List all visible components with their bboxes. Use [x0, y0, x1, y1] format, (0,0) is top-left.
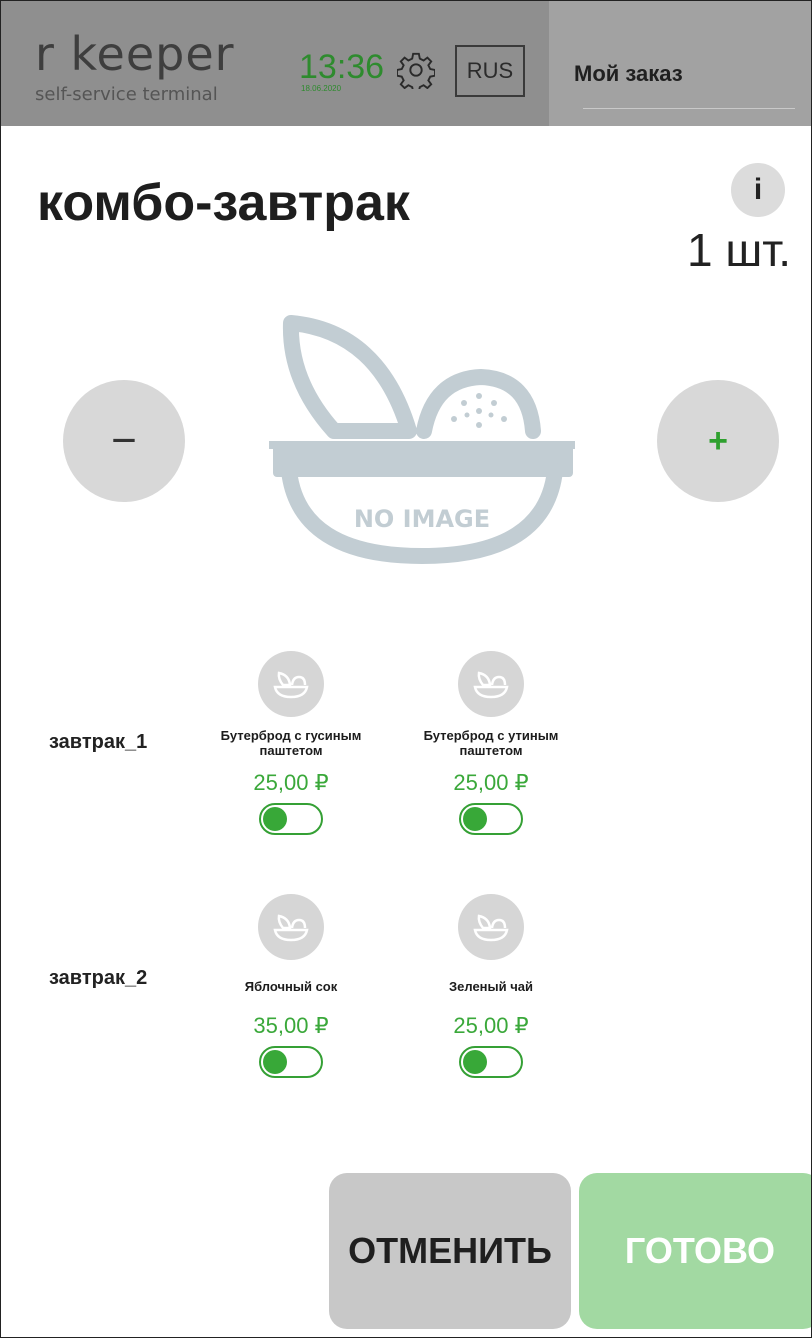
- toggle-knob: [263, 1050, 287, 1074]
- option-price: 25,00 ₽: [253, 770, 329, 795]
- dish-thumbnail: [258, 651, 324, 717]
- logo-subtitle: self-service terminal: [35, 84, 218, 105]
- language-button[interactable]: RUS: [455, 45, 525, 97]
- option-name: Бутерброд с гусиным паштетом: [220, 728, 362, 758]
- toggle-knob: [463, 1050, 487, 1074]
- clock-time: 13:36: [299, 48, 385, 86]
- option-toggle[interactable]: [259, 1046, 323, 1078]
- dish-thumbnail: [458, 894, 524, 960]
- option-name: Зеленый чай: [448, 978, 534, 994]
- cancel-button[interactable]: ОТМЕНИТЬ: [329, 1173, 571, 1329]
- toggle-knob: [263, 807, 287, 831]
- info-button[interactable]: i: [731, 163, 785, 217]
- option-name: Бутерброд с утиным паштетом: [423, 728, 559, 758]
- quantity-value: 1 шт.: [686, 224, 791, 276]
- combo-option[interactable]: Яблочный сок 35,00 ₽: [191, 894, 391, 1078]
- combo-option[interactable]: Бутерброд с утиным паштетом 25,00 ₽: [391, 651, 591, 835]
- bowl-icon: [473, 914, 509, 942]
- no-image-placeholder: NO IMAGE: [269, 315, 575, 564]
- bowl-icon: [273, 914, 309, 942]
- logo: r keeper: [35, 27, 235, 81]
- option-price: 35,00 ₽: [253, 1013, 329, 1038]
- order-divider: [583, 108, 795, 109]
- option-toggle[interactable]: [459, 1046, 523, 1078]
- option-name: Яблочный сок: [244, 978, 338, 994]
- option-toggle[interactable]: [259, 803, 323, 835]
- done-button[interactable]: ГОТОВО: [579, 1173, 811, 1329]
- group-label: завтрак_2: [49, 967, 148, 989]
- screen: r keeper self-service terminal 13:36 18.…: [0, 0, 812, 1338]
- clock-date: 18.06.2020: [301, 84, 342, 93]
- toggle-knob: [463, 807, 487, 831]
- no-image-text: NO IMAGE: [354, 505, 490, 533]
- option-price: 25,00 ₽: [453, 770, 529, 795]
- dish-thumbnail: [458, 651, 524, 717]
- bowl-icon: [273, 671, 309, 699]
- combo-option[interactable]: Бутерброд с гусиным паштетом 25,00 ₽: [191, 651, 391, 835]
- gear-icon[interactable]: [397, 51, 435, 89]
- group-label: завтрак_1: [49, 731, 148, 753]
- order-title: Мой заказ: [574, 61, 683, 86]
- bowl-icon: [473, 671, 509, 699]
- increase-quantity-button[interactable]: +: [657, 380, 779, 502]
- product-title: комбо-завтрак: [37, 174, 410, 232]
- option-toggle[interactable]: [459, 803, 523, 835]
- combo-option[interactable]: Зеленый чай 25,00 ₽: [391, 894, 591, 1078]
- dish-thumbnail: [258, 894, 324, 960]
- decrease-quantity-button[interactable]: −: [63, 380, 185, 502]
- option-price: 25,00 ₽: [453, 1013, 529, 1038]
